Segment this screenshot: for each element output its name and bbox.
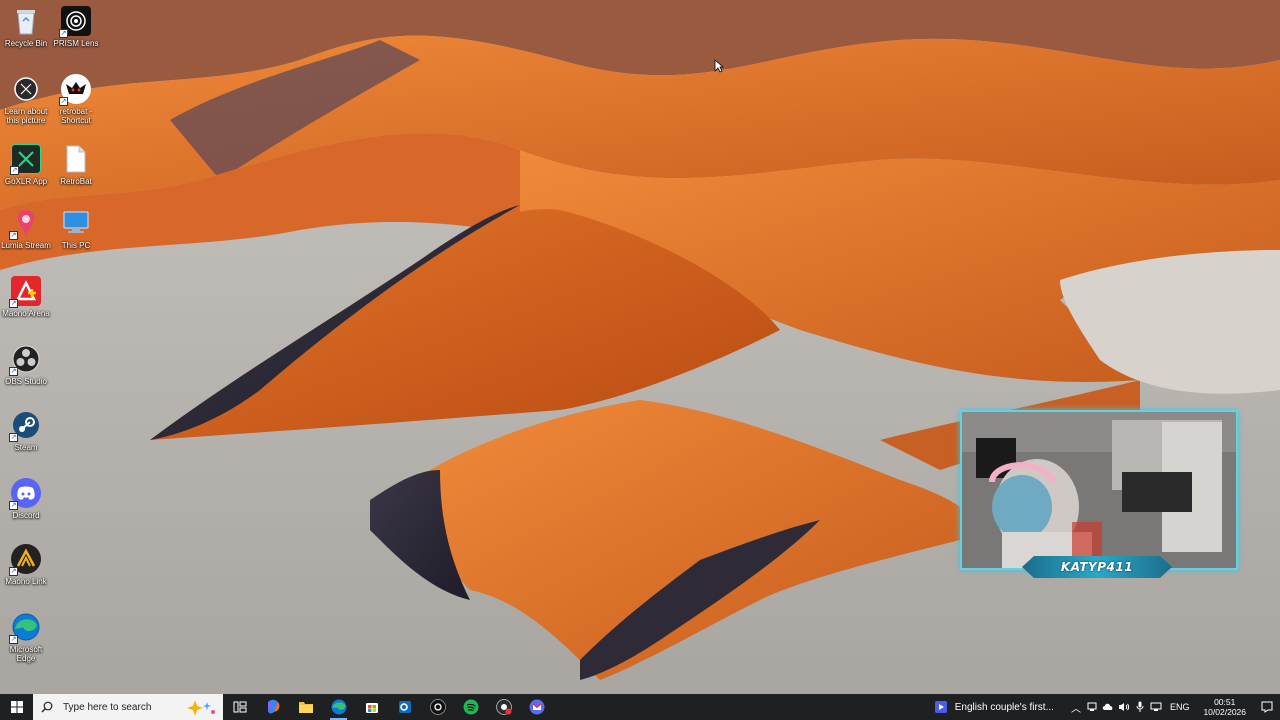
- notification-button[interactable]: [1254, 694, 1280, 720]
- clock-time: 00:51: [1214, 697, 1236, 707]
- desktop-wallpaper: [0, 0, 1280, 694]
- clock-date: 10/02/2026: [1203, 707, 1246, 717]
- media-app-icon: [934, 701, 947, 713]
- this-pc-icon: [61, 208, 91, 238]
- cloud-icon: [1102, 703, 1113, 710]
- desktop-icon-label: RetroBat: [60, 177, 92, 186]
- discord-icon: ↗: [9, 478, 41, 510]
- desktop-icon-retrobat[interactable]: RetroBat: [50, 144, 102, 186]
- outlook-button[interactable]: [388, 694, 421, 720]
- start-icon: [10, 701, 23, 713]
- outlook-icon: [398, 701, 411, 713]
- goxlr-icon: ↗: [10, 144, 41, 175]
- desktop-icon-label: Microsoft Edge: [9, 645, 43, 663]
- chevron-up-icon: ︿: [1070, 703, 1081, 715]
- prism-lens-icon: ↗: [59, 6, 91, 38]
- desktop-icon-maono-arena[interactable]: ↗ Maono Arena: [0, 276, 52, 318]
- network-icon: [1150, 702, 1162, 711]
- spotify-icon: [463, 699, 478, 715]
- system-tray: English couple's first... ︿ ENG 00:51 10…: [927, 694, 1280, 720]
- search-icon: [41, 701, 53, 713]
- network-button[interactable]: [1148, 694, 1164, 720]
- taskbar: Type here to search English couple's fir…: [0, 694, 1280, 720]
- spotify-button[interactable]: [454, 694, 487, 720]
- desktop-icon-label: Steam: [14, 443, 38, 452]
- desktop-icon-goxlr[interactable]: ↗ GoXLR App: [0, 144, 52, 186]
- obs-icon: [429, 699, 446, 715]
- task-view-icon: [233, 701, 246, 713]
- maono-link-icon: ↗: [9, 544, 41, 576]
- desktop-icon-label: Lumia Stream: [1, 241, 51, 250]
- taskbar-search-box[interactable]: Type here to search: [33, 694, 223, 720]
- recycle-bin-icon: [11, 6, 41, 36]
- desktop-icon-maono-link[interactable]: ↗ Maono Link: [0, 544, 52, 586]
- retrobat-shortcut-icon: ↗: [59, 74, 91, 106]
- search-placeholder: Type here to search: [63, 701, 152, 713]
- task-view-button[interactable]: [223, 694, 256, 720]
- language-indicator[interactable]: ENG: [1164, 702, 1196, 712]
- show-hidden-icons-button[interactable]: ︿: [1068, 694, 1084, 720]
- store-button[interactable]: [355, 694, 388, 720]
- start-button[interactable]: [0, 694, 33, 720]
- desktop-icon-label: retrobat - Shortcut: [59, 107, 93, 125]
- streamer-name: KATYP411: [1060, 560, 1134, 574]
- search-highlight-icon: [187, 700, 215, 716]
- desktop-icon-label: PRISM Lens: [53, 39, 99, 48]
- volume-button[interactable]: [1116, 694, 1132, 720]
- edge-icon: ↗: [9, 612, 41, 644]
- desktop-icon-label: GoXLR App: [4, 177, 48, 186]
- mouse-cursor-icon: [714, 58, 725, 77]
- desktop-icon-retrobat-shortcut[interactable]: ↗ retrobat - Shortcut: [50, 74, 102, 125]
- clock[interactable]: 00:51 10/02/2026: [1195, 697, 1254, 717]
- desktop-icon-label: OBS Studio: [5, 377, 47, 386]
- desktop-icon-lumia-stream[interactable]: ↗ Lumia Stream: [0, 208, 52, 250]
- file-explorer-button[interactable]: [289, 694, 322, 720]
- steam-icon: ↗: [9, 410, 41, 442]
- desktop-icon-this-pc[interactable]: This PC: [50, 208, 102, 250]
- webcam-feed: [962, 412, 1236, 568]
- media-widget[interactable]: English couple's first...: [927, 694, 1062, 720]
- gmail-icon: [529, 699, 544, 715]
- webcam-name-banner: KATYP411: [1022, 556, 1172, 578]
- lumia-stream-icon: ↗: [9, 208, 41, 240]
- desktop-icon-label: Recycle Bin: [4, 39, 48, 48]
- chrome-icon: [495, 699, 512, 715]
- desktop-icon-prism-lens[interactable]: ↗ PRISM Lens: [50, 6, 102, 48]
- device-icon: [1087, 702, 1097, 711]
- store-icon: [365, 703, 378, 713]
- microphone-button[interactable]: [1132, 694, 1148, 720]
- speaker-icon: [1118, 703, 1130, 711]
- copilot-button[interactable]: [256, 694, 289, 720]
- onedrive-button[interactable]: [1100, 694, 1116, 720]
- webcam-overlay: [960, 410, 1238, 570]
- edge-icon: [331, 699, 346, 715]
- gmail-button[interactable]: [520, 694, 553, 720]
- desktop-icon-label: Maono Link: [5, 577, 47, 586]
- media-title: English couple's first...: [954, 701, 1054, 713]
- notification-icon: [1261, 701, 1273, 713]
- tray-app-button[interactable]: [1084, 694, 1100, 720]
- desktop-icon-label: This PC: [61, 241, 91, 250]
- desktop-icon-label: Discord: [12, 511, 40, 520]
- maono-arena-icon: ↗: [9, 276, 41, 308]
- file-icon: [61, 144, 91, 174]
- microphone-icon: [1136, 701, 1144, 712]
- copilot-icon: [267, 699, 279, 714]
- desktop-icon-steam[interactable]: ↗ Steam: [0, 410, 52, 452]
- desktop-icon-microsoft-edge[interactable]: ↗ Microsoft Edge: [0, 612, 52, 663]
- desktop-icon-label: Maono Arena: [2, 309, 50, 318]
- desktop-icon-learn-about-picture[interactable]: Learn about this picture: [0, 74, 52, 125]
- desktop-icon-recycle-bin[interactable]: Recycle Bin: [0, 6, 52, 48]
- desktop-icon-discord[interactable]: ↗ Discord: [0, 478, 52, 520]
- learn-about-picture-icon: [11, 74, 41, 104]
- obs-taskbar-button[interactable]: [421, 694, 454, 720]
- desktop-icon-obs-studio[interactable]: ↗ OBS Studio: [0, 344, 52, 386]
- edge-taskbar-button[interactable]: [322, 694, 355, 720]
- obs-studio-icon: ↗: [9, 344, 41, 376]
- desktop-icon-label: Learn about this picture: [4, 107, 48, 125]
- chrome-button[interactable]: [487, 694, 520, 720]
- file-explorer-icon: [298, 702, 313, 713]
